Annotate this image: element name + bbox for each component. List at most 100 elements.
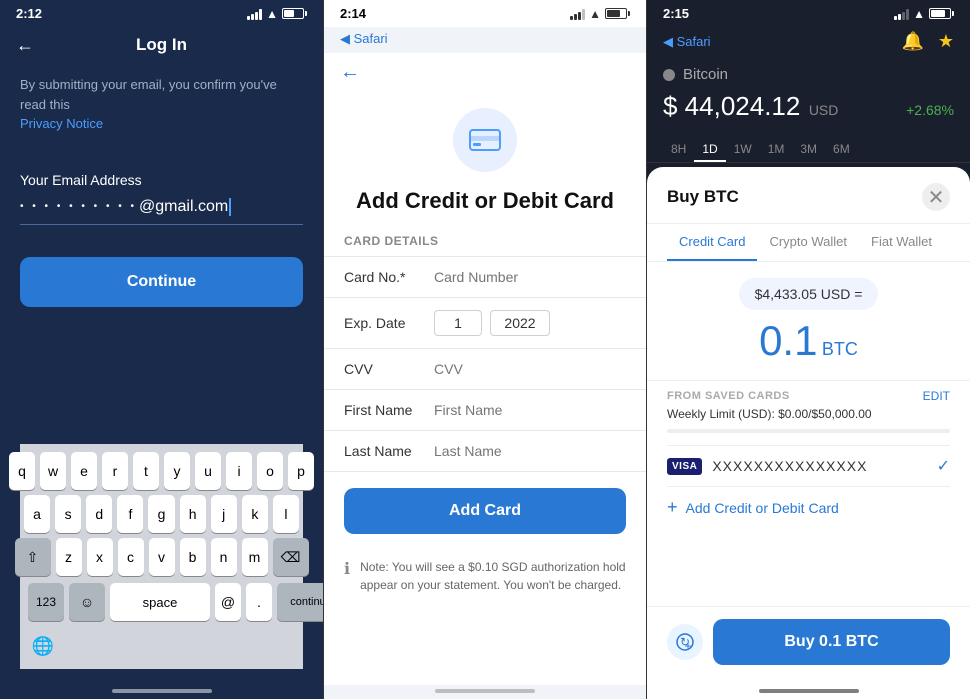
key-j[interactable]: j [211, 495, 237, 533]
keyboard-row-1: q w e r t y u i o p [24, 452, 299, 490]
buy-amount-section: $4,433.05 USD = 0.1 BTC [647, 262, 970, 380]
tab-fiat-wallet[interactable]: Fiat Wallet [859, 224, 944, 261]
key-n[interactable]: n [211, 538, 237, 576]
key-emoji[interactable]: ☺ [69, 583, 105, 621]
safari-back-2[interactable]: ◀ Safari [340, 31, 388, 47]
exp-month-input[interactable] [434, 310, 482, 336]
cvv-input[interactable] [434, 361, 626, 377]
login-title: Log In [136, 35, 187, 55]
visa-icon: VISA [667, 458, 702, 475]
close-button[interactable]: ✕ [922, 183, 950, 211]
chart-tab-1m[interactable]: 1M [760, 138, 793, 162]
key-delete[interactable]: ⌫ [273, 538, 309, 576]
login-header: ← Log In [0, 27, 323, 59]
key-t[interactable]: t [133, 452, 159, 490]
key-x[interactable]: x [87, 538, 113, 576]
key-space[interactable]: space [110, 583, 210, 621]
key-a[interactable]: a [24, 495, 50, 533]
visa-number: XXXXXXXXXXXXXXX [712, 458, 936, 474]
tab-credit-card[interactable]: Credit Card [667, 224, 757, 261]
add-card-screen: 2:14 ▲ ◀ Safari ← [323, 0, 647, 699]
key-i[interactable]: i [226, 452, 252, 490]
keyboard-row-3: ⇧ z x c v b n m ⌫ [24, 538, 299, 576]
key-o[interactable]: o [257, 452, 283, 490]
status-icons-3: ▲ [894, 7, 954, 21]
card-icon-section [324, 108, 646, 172]
email-label: Your Email Address [20, 172, 303, 188]
notification-icon[interactable]: 🔔 [901, 31, 923, 52]
key-globe[interactable]: 🌐 [28, 627, 58, 665]
key-continue[interactable]: continue [277, 583, 323, 621]
add-card-link[interactable]: Add Credit or Debit Card [686, 500, 839, 516]
exp-date-inputs [434, 310, 626, 336]
exp-date-row: Exp. Date [324, 298, 646, 349]
card-no-input[interactable] [434, 269, 626, 285]
card-no-label: Card No.* [344, 269, 434, 285]
tab-crypto-wallet[interactable]: Crypto Wallet [757, 224, 859, 261]
key-w[interactable]: w [40, 452, 66, 490]
note-text: Note: You will see a $0.10 SGD authoriza… [360, 558, 626, 594]
weekly-limit: Weekly Limit (USD): $0.00/$50,000.00 [667, 407, 950, 421]
key-k[interactable]: k [242, 495, 268, 533]
exp-year-input[interactable] [490, 310, 550, 336]
key-f[interactable]: f [117, 495, 143, 533]
key-e[interactable]: e [71, 452, 97, 490]
buy-tabs: Credit Card Crypto Wallet Fiat Wallet [647, 224, 970, 262]
key-y[interactable]: y [164, 452, 190, 490]
key-u[interactable]: u [195, 452, 221, 490]
chart-tab-1w[interactable]: 1W [726, 138, 760, 162]
buy-btc-btn-row: ↻ + Buy 0.1 BTC [647, 606, 970, 685]
status-bar-2: 2:14 ▲ [324, 0, 646, 27]
key-d[interactable]: d [86, 495, 112, 533]
wifi-icon-2: ▲ [589, 7, 601, 21]
key-b[interactable]: b [180, 538, 206, 576]
edit-button[interactable]: EDIT [923, 389, 950, 403]
key-period[interactable]: . [246, 583, 272, 621]
visa-card-row[interactable]: VISA XXXXXXXXXXXXXXX ✓ [667, 445, 950, 486]
back-button-1[interactable]: ← [16, 35, 34, 56]
chart-tab-6m[interactable]: 6M [825, 138, 858, 162]
key-g[interactable]: g [148, 495, 174, 533]
add-card-row[interactable]: + Add Credit or Debit Card [667, 486, 950, 528]
first-name-input[interactable] [434, 402, 626, 418]
btc-amount: 0.1 [759, 317, 817, 364]
key-p[interactable]: p [288, 452, 314, 490]
key-123[interactable]: 123 [28, 583, 64, 621]
star-icon[interactable]: ★ [938, 31, 954, 52]
key-m[interactable]: m [242, 538, 268, 576]
buy-btc-icon: ↻ + [667, 624, 703, 660]
key-h[interactable]: h [180, 495, 206, 533]
chart-tab-3m[interactable]: 3M [792, 138, 825, 162]
safari-back-3[interactable]: ◀ Safari [663, 34, 711, 50]
back-button-2[interactable]: ← [340, 61, 360, 83]
last-name-input[interactable] [434, 443, 626, 459]
login-screen: 2:12 ▲ ← Log In By submitting your email… [0, 0, 323, 699]
btc-currency: USD [809, 102, 839, 118]
buy-modal: Buy BTC ✕ Credit Card Crypto Wallet Fiat… [647, 167, 970, 685]
key-shift[interactable]: ⇧ [15, 538, 51, 576]
cvv-label: CVV [344, 361, 434, 377]
battery-icon-2 [605, 8, 630, 19]
key-q[interactable]: q [9, 452, 35, 490]
status-icons-1: ▲ [247, 7, 307, 21]
battery-icon-1 [282, 8, 307, 19]
key-z[interactable]: z [56, 538, 82, 576]
key-l[interactable]: l [273, 495, 299, 533]
cvv-row: CVV [324, 349, 646, 390]
key-r[interactable]: r [102, 452, 128, 490]
btc-price-row: $ 44,024.12 USD +2.68% [663, 91, 954, 122]
btc-name-row: Bitcoin [663, 66, 954, 83]
status-bar-1: 2:12 ▲ [0, 0, 323, 27]
privacy-link[interactable]: Privacy Notice [20, 116, 103, 131]
key-v[interactable]: v [149, 538, 175, 576]
key-at[interactable]: @ [215, 583, 241, 621]
status-bar-3: 2:15 ▲ [647, 0, 970, 27]
key-c[interactable]: c [118, 538, 144, 576]
add-card-button[interactable]: Add Card [344, 488, 626, 534]
continue-button[interactable]: Continue [20, 257, 303, 307]
battery-icon-3 [929, 8, 954, 19]
chart-tab-1d[interactable]: 1D [694, 138, 725, 162]
buy-btc-button[interactable]: Buy 0.1 BTC [713, 619, 950, 665]
key-s[interactable]: s [55, 495, 81, 533]
chart-tab-8h[interactable]: 8H [663, 138, 694, 162]
